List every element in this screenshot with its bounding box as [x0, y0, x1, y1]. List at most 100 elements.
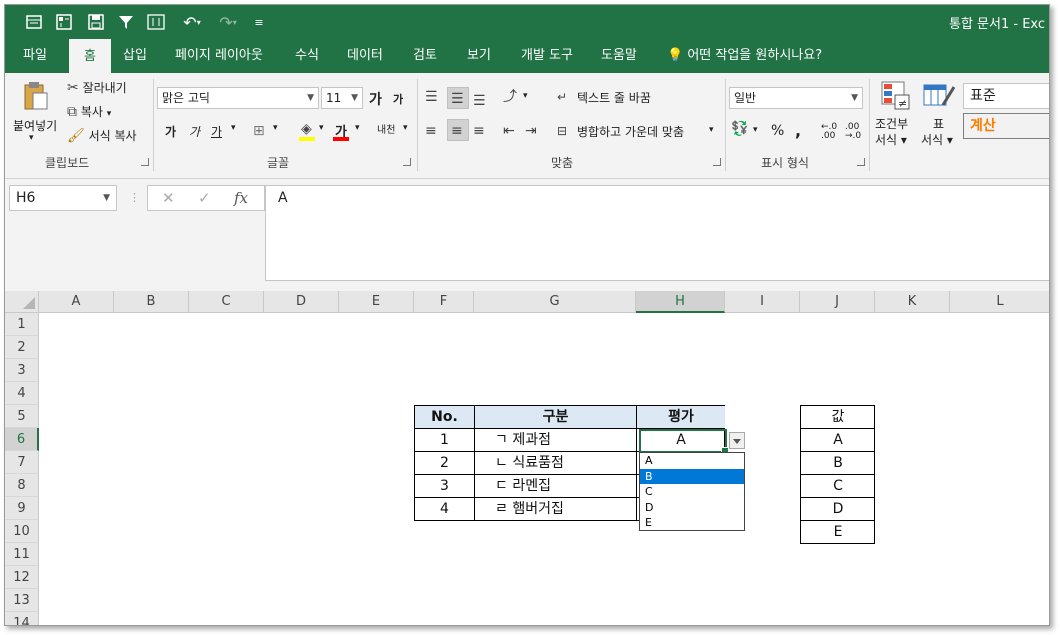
chevron-down-icon[interactable]: ▾ — [355, 123, 360, 133]
conditional-format-button[interactable]: ≠ 조건부 서식 ▾ — [873, 79, 917, 153]
validation-dropdown-list[interactable]: A B C D E — [639, 452, 745, 531]
tell-me-box[interactable]: 💡 어떤 작업을 원하시나요? — [667, 39, 822, 73]
splitter-icon[interactable]: ⋮ — [129, 191, 140, 204]
grow-font-button[interactable]: 가 — [369, 89, 382, 109]
column-header-b[interactable]: B — [114, 291, 189, 313]
row-header-5[interactable]: 5 — [5, 405, 39, 428]
row-header-6[interactable]: 6 — [5, 428, 39, 451]
customize-icon[interactable]: ≡ — [251, 10, 267, 34]
value-c[interactable]: C — [800, 474, 875, 497]
bold-button[interactable]: 가 — [165, 123, 176, 140]
row-header-2[interactable]: 2 — [5, 336, 39, 359]
row3-no[interactable]: 3 — [414, 474, 474, 497]
chevron-down-icon[interactable]: ▾ — [523, 91, 528, 101]
row1-no[interactable]: 1 — [414, 428, 474, 451]
formula-input[interactable]: A — [265, 185, 1049, 281]
column-header-a[interactable]: A — [39, 291, 114, 313]
active-cell-h6[interactable] — [639, 429, 729, 455]
italic-button[interactable]: 가 — [189, 123, 200, 140]
cut-button[interactable]: ✂ 잘라내기 — [67, 79, 127, 97]
row-header-3[interactable]: 3 — [5, 359, 39, 382]
align-middle-icon[interactable]: ☰ — [451, 91, 464, 107]
column-header-k[interactable]: K — [875, 291, 950, 313]
cancel-icon[interactable]: ✕ — [162, 189, 175, 207]
header-rating[interactable]: 평가 — [636, 405, 725, 428]
column-header-f[interactable]: F — [414, 291, 474, 313]
fill-color-icon[interactable]: ◈ — [301, 121, 312, 137]
chevron-down-icon[interactable]: ▾ — [231, 123, 236, 133]
tab-insert[interactable]: 삽입 — [123, 39, 147, 73]
row-header-7[interactable]: 7 — [5, 451, 39, 474]
copy-button[interactable]: ⧉ 복사 ▾ — [67, 103, 111, 121]
tab-home[interactable]: 홈 — [69, 39, 111, 73]
column-header-c[interactable]: C — [189, 291, 264, 313]
undo-icon[interactable]: ↶ ▾ — [177, 10, 207, 34]
save-icon[interactable] — [85, 10, 107, 34]
dropdown-option-d[interactable]: D — [640, 500, 744, 516]
font-launcher-icon[interactable] — [403, 158, 411, 166]
clipboard-launcher-icon[interactable] — [141, 158, 149, 166]
chevron-down-icon[interactable]: ▾ — [709, 125, 714, 135]
increase-decimal-icon[interactable]: ←.0.00 — [821, 123, 837, 141]
column-header-d[interactable]: D — [264, 291, 339, 313]
align-center-icon[interactable]: ≡ — [451, 123, 463, 139]
border-icon[interactable]: ⊞ — [253, 123, 265, 139]
insert-function-icon[interactable]: fx — [234, 189, 248, 207]
align-bottom-icon[interactable]: ☰ — [473, 93, 486, 109]
chevron-down-icon[interactable]: ▾ — [753, 125, 758, 135]
decrease-decimal-icon[interactable]: .00 →.0 — [845, 123, 861, 141]
dropdown-option-a[interactable]: A — [640, 453, 744, 469]
column-header-g[interactable]: G — [474, 291, 636, 313]
tab-data[interactable]: 데이터 — [347, 39, 383, 73]
tab-formulas[interactable]: 수식 — [295, 39, 319, 73]
form-icon[interactable] — [23, 10, 45, 34]
row4-category[interactable]: ㄹ 햄버거집 — [474, 497, 636, 520]
percent-button[interactable]: % — [771, 123, 784, 139]
font-name-select[interactable]: 맑은 고딕 ▼ — [157, 87, 319, 109]
header-no[interactable]: No. — [414, 405, 474, 428]
value-header[interactable]: 값 — [800, 405, 875, 428]
wrap-text-button[interactable]: 텍스트 줄 바꿈 — [577, 89, 651, 106]
shrink-font-button[interactable]: 가 — [393, 91, 403, 107]
decrease-indent-icon[interactable]: ⇤ — [503, 123, 515, 139]
font-size-select[interactable]: 11 ▼ — [321, 87, 363, 109]
name-box[interactable]: H6 ▼ — [9, 185, 117, 211]
underline-button[interactable]: 가 — [211, 123, 222, 140]
spreadsheet-grid[interactable]: A B C D E F G H I J K L 1 2 3 4 5 6 7 8 … — [5, 291, 1049, 625]
tab-page-layout[interactable]: 페이지 레이아웃 — [175, 39, 263, 73]
phonetic-button[interactable]: 내천 — [377, 121, 395, 136]
column-header-h[interactable]: H — [636, 291, 725, 313]
alignment-launcher-icon[interactable] — [713, 158, 721, 166]
align-left-icon[interactable]: ≡ — [425, 123, 437, 139]
dropdown-option-b[interactable]: B — [640, 468, 744, 484]
value-d[interactable]: D — [800, 497, 875, 520]
chevron-down-icon[interactable]: ▾ — [273, 123, 278, 133]
format-as-table-button[interactable]: 표 서식 ▾ — [919, 79, 959, 153]
tab-help[interactable]: 도움말 — [601, 39, 637, 73]
column-header-i[interactable]: I — [725, 291, 800, 313]
row-header-11[interactable]: 11 — [5, 543, 39, 566]
dropdown-option-e[interactable]: E — [640, 515, 744, 531]
pivot-icon[interactable] — [53, 10, 75, 34]
row-header-13[interactable]: 13 — [5, 589, 39, 612]
column-header-j[interactable]: J — [800, 291, 875, 313]
header-category[interactable]: 구분 — [474, 405, 636, 428]
value-b[interactable]: B — [800, 451, 875, 474]
wrap-text-icon[interactable]: ↵ — [557, 89, 567, 105]
format-painter-button[interactable]: 🖌 서식 복사 — [67, 127, 137, 145]
row2-category[interactable]: ㄴ 식료품점 — [474, 451, 636, 474]
chevron-down-icon[interactable]: ▾ — [319, 123, 324, 133]
validation-dropdown-button[interactable] — [729, 432, 745, 449]
sort-icon[interactable] — [145, 10, 167, 34]
orientation-icon[interactable]: ⤴ — [503, 89, 517, 105]
row-header-4[interactable]: 4 — [5, 382, 39, 405]
row-header-8[interactable]: 8 — [5, 474, 39, 497]
merge-center-button[interactable]: 병합하고 가운데 맞춤 — [577, 123, 684, 140]
paste-button[interactable]: 붙여넣기 ▾ — [9, 79, 65, 151]
enter-icon[interactable]: ✓ — [198, 189, 211, 207]
merge-icon[interactable]: ⊟ — [557, 123, 567, 139]
tab-view[interactable]: 보기 — [467, 39, 491, 73]
row-header-1[interactable]: 1 — [5, 313, 39, 336]
tab-file[interactable]: 파일 — [23, 39, 47, 73]
style-normal[interactable]: 표준 — [963, 83, 1049, 109]
